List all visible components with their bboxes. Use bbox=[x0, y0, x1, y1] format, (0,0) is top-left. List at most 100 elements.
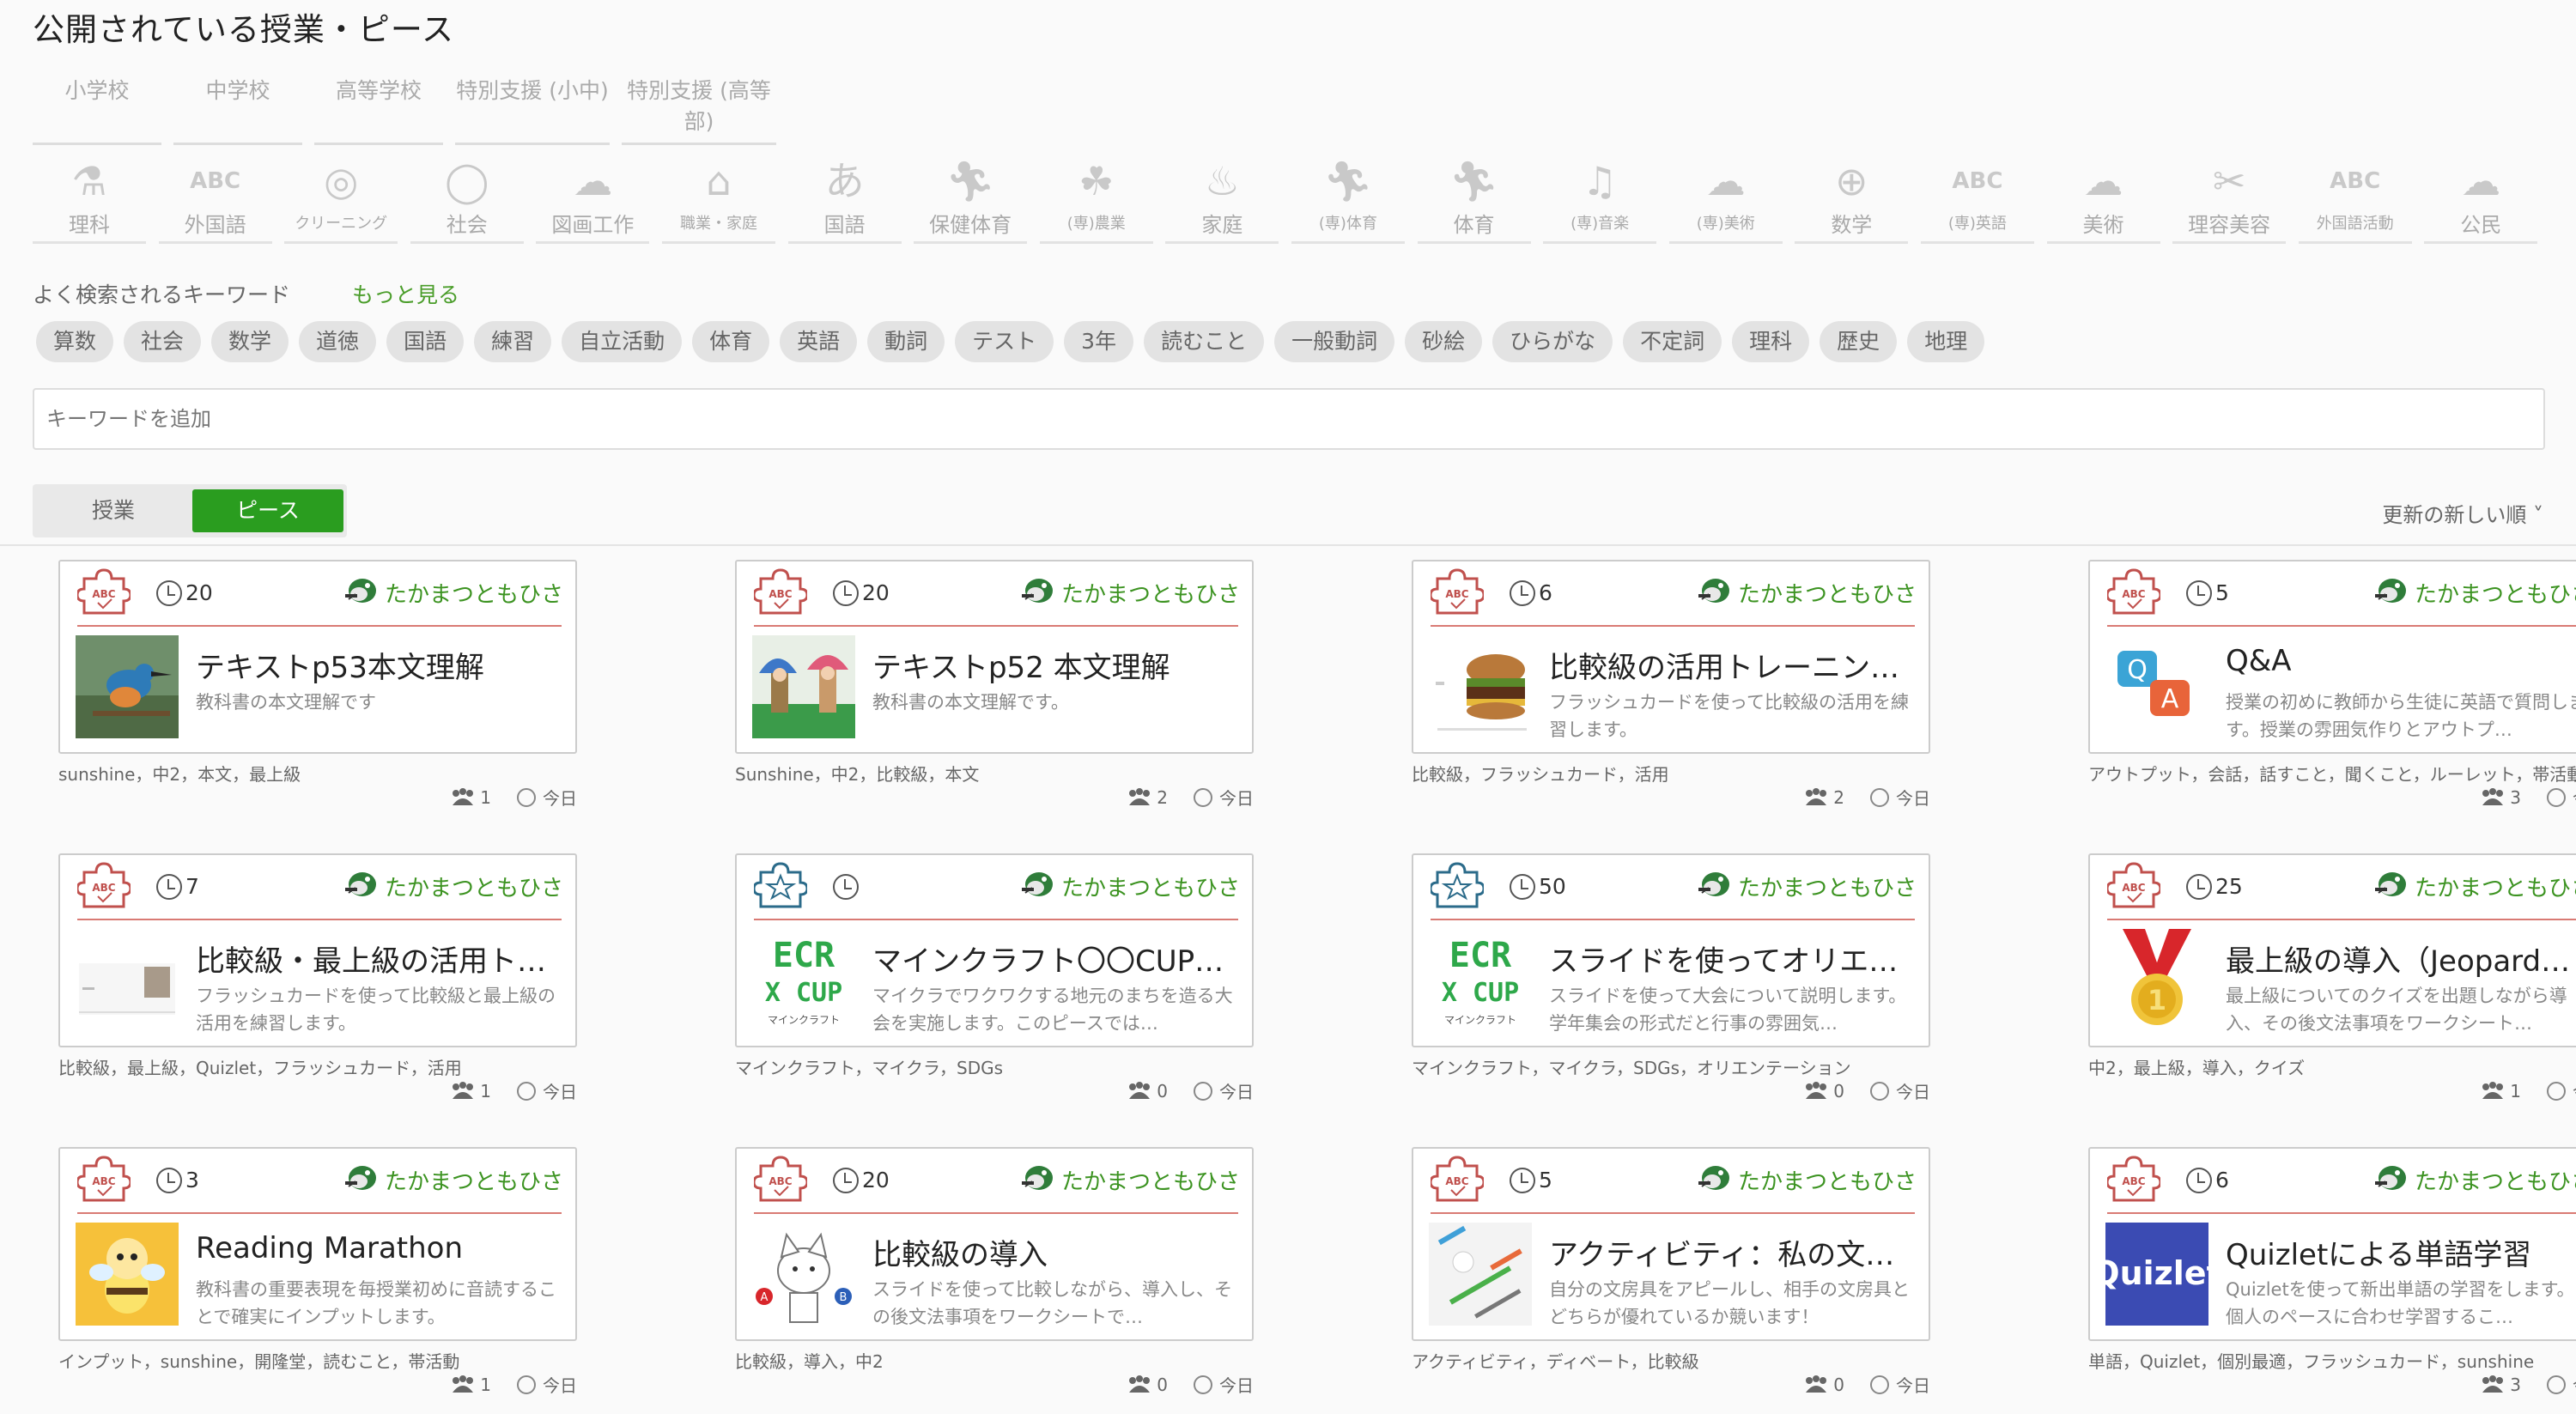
piece-card[interactable]: 50 たかまつともひさ ECR X CUP マインクラフト スライドを使ってオリエ… スライ… bbox=[1412, 853, 1930, 1111]
subject-tab[interactable]: 🏃︎ 保健体育 bbox=[914, 155, 1028, 244]
card-body[interactable]: ABC 3 たかまつともひさ Reading Marathon 教科書の重要表現を毎授業… bbox=[58, 1147, 577, 1341]
piece-card[interactable]: ABC 3 たかまつともひさ Reading Marathon 教科書の重要表現を毎授業… bbox=[58, 1147, 577, 1405]
card-body[interactable]: たかまつともひさ ECR X CUP マインクラフト マインクラフト〇〇CUP… マイクラ… bbox=[735, 853, 1254, 1047]
keyword-chip[interactable]: 理科 bbox=[1732, 321, 1810, 362]
keyword-chip[interactable]: 不定詞 bbox=[1623, 321, 1722, 362]
card-body[interactable]: ABC 6 たかまつともひさ 比較級の活用トレーニン… フラッシュカードを使って比較級の… bbox=[1412, 560, 1930, 754]
subject-tab[interactable]: あ国語 bbox=[787, 155, 902, 244]
keyword-chip[interactable]: 動詞 bbox=[867, 321, 945, 362]
piece-card[interactable]: ABC 20 たかまつともひさ テキストp53本文理解 教科書の本文理解です sunshi… bbox=[58, 560, 577, 817]
keyword-chip[interactable]: 英語 bbox=[780, 321, 858, 362]
author-name[interactable]: たかまつともひさ bbox=[1061, 871, 1240, 902]
piece-card[interactable]: ABC 25 たかまつともひさ 1 最上級の導入（Jeopardy… 最上級についてのクイ… bbox=[2088, 853, 2576, 1111]
keyword-chip[interactable]: ひらがな bbox=[1492, 321, 1613, 362]
card-title[interactable]: テキストp53本文理解 bbox=[196, 644, 556, 686]
keyword-chip[interactable]: 自立活動 bbox=[562, 321, 683, 362]
subject-tab[interactable]: ♨ 家庭 bbox=[1165, 155, 1279, 244]
subject-tab[interactable]: ABC 外国語 bbox=[158, 155, 272, 244]
card-thumbnail: Quizlet bbox=[2105, 1223, 2208, 1326]
subject-tab[interactable]: ☁ (専)美術 bbox=[1668, 155, 1783, 244]
subject-tab[interactable]: ☁ 図画工作 bbox=[536, 155, 650, 244]
card-title[interactable]: マインクラフト〇〇CUP… bbox=[872, 938, 1233, 980]
keyword-chip[interactable]: 数学 bbox=[211, 321, 289, 362]
author-name[interactable]: たかまつともひさ bbox=[385, 577, 563, 609]
piece-card[interactable]: ABC 6 たかまつともひさ 比較級の活用トレーニン… フラッシュカードを使って比較級の… bbox=[1412, 560, 1930, 817]
keyword-chip[interactable]: 読むこと bbox=[1144, 321, 1265, 362]
keyword-chip[interactable]: 一般動詞 bbox=[1274, 321, 1395, 362]
card-body[interactable]: ABC 25 たかまつともひさ 1 最上級の導入（Jeopardy… 最上級についてのクイ… bbox=[2088, 853, 2576, 1047]
keyword-chip[interactable]: 歴史 bbox=[1820, 321, 1898, 362]
subject-tab[interactable]: ABC 外国語活動 bbox=[2298, 155, 2412, 244]
sort-dropdown[interactable]: 更新の新しい順 ˅ bbox=[2382, 498, 2543, 528]
author-name[interactable]: たかまつともひさ bbox=[1061, 1164, 1240, 1196]
card-body[interactable]: ABC 6 たかまつともひさ Quizlet Quizletによる単語学習 Quizlet… bbox=[2088, 1147, 2576, 1341]
card-title[interactable]: 最上級の導入（Jeopardy… bbox=[2226, 938, 2576, 980]
subject-tab[interactable]: ◯ 社会 bbox=[410, 155, 524, 244]
card-body[interactable]: ABC 20 たかまつともひさ テキストp53本文理解 教科書の本文理解です bbox=[58, 560, 577, 754]
keyword-chip[interactable]: 砂絵 bbox=[1405, 321, 1483, 362]
subject-tab[interactable]: 🏃︎ 体育 bbox=[1417, 155, 1531, 244]
piece-card[interactable]: ABC 7 たかまつともひさ 比較級・最上級の活用ト… フラッシュカードを使って比較級と… bbox=[58, 853, 577, 1111]
keyword-chip[interactable]: テスト bbox=[955, 321, 1054, 362]
keyword-chip[interactable]: 国語 bbox=[386, 321, 465, 362]
school-tab-junior-high[interactable]: 中学校 bbox=[173, 74, 302, 145]
piece-card[interactable]: ABC 6 たかまつともひさ Quizlet Quizletによる単語学習 Quizlet… bbox=[2088, 1147, 2576, 1405]
card-body[interactable]: ABC 20 たかまつともひさ A B 比較級の導入 スライドを使って比較しながら、導入し、… bbox=[735, 1147, 1254, 1341]
keyword-chip[interactable]: 道徳 bbox=[299, 321, 377, 362]
author-name[interactable]: たかまつともひさ bbox=[2415, 577, 2576, 609]
author-name[interactable]: たかまつともひさ bbox=[385, 1164, 563, 1196]
card-title[interactable]: テキストp52 本文理解 bbox=[872, 644, 1233, 686]
subject-tab[interactable]: ☘ (専)農業 bbox=[1039, 155, 1153, 244]
author-name[interactable]: たかまつともひさ bbox=[1738, 577, 1917, 609]
keyword-search-input[interactable] bbox=[33, 388, 2545, 450]
keyword-chip[interactable]: 社会 bbox=[124, 321, 202, 362]
card-body[interactable]: ABC 5 たかまつともひさ Q A Q&A 授業の初めに教師から生徒に英語で質問します。授… bbox=[2088, 560, 2576, 754]
palette-icon: ☁ bbox=[573, 158, 613, 204]
subject-tab[interactable]: ☁ 美術 bbox=[2046, 155, 2160, 244]
keyword-chip[interactable]: 体育 bbox=[692, 321, 770, 362]
card-title[interactable]: Quizletによる単語学習 bbox=[2226, 1231, 2576, 1273]
card-body[interactable]: ABC 7 たかまつともひさ 比較級・最上級の活用ト… フラッシュカードを使って比較級と… bbox=[58, 853, 577, 1047]
toggle-piece[interactable]: ピース bbox=[192, 489, 343, 532]
toggle-lesson[interactable]: 授業 bbox=[38, 489, 189, 532]
author-name[interactable]: たかまつともひさ bbox=[2415, 871, 2576, 902]
piece-card[interactable]: たかまつともひさ ECR X CUP マインクラフト マインクラフト〇〇CUP… マイクラ… bbox=[735, 853, 1254, 1111]
subject-tab[interactable]: 🏃︎ (専)体育 bbox=[1291, 155, 1405, 244]
keyword-chip[interactable]: 算数 bbox=[36, 321, 114, 362]
card-title[interactable]: Reading Marathon bbox=[196, 1231, 556, 1265]
subject-tab[interactable]: ☁ 公民 bbox=[2424, 155, 2538, 244]
card-title[interactable]: アクティビティ：私の文… bbox=[1549, 1231, 1910, 1273]
school-tab-elementary[interactable]: 小学校 bbox=[33, 74, 161, 145]
card-body[interactable]: ABC 5 たかまつともひさ アクティビティ：私の文… 自分の文房具をアピールし、相手の… bbox=[1412, 1147, 1930, 1341]
author-name[interactable]: たかまつともひさ bbox=[1061, 577, 1240, 609]
school-tab-special-high[interactable]: 特別支援 (高等部) bbox=[622, 74, 776, 145]
keyword-chip[interactable]: 3年 bbox=[1064, 321, 1134, 362]
piece-card[interactable]: ABC 5 たかまつともひさ アクティビティ：私の文… 自分の文房具をアピールし、相手の… bbox=[1412, 1147, 1930, 1405]
keyword-more-link[interactable]: もっと見る bbox=[352, 278, 459, 309]
card-title[interactable]: 比較級の導入 bbox=[872, 1231, 1233, 1273]
card-title[interactable]: 比較級の活用トレーニン… bbox=[1549, 644, 1910, 686]
piece-card[interactable]: ABC 5 たかまつともひさ Q A Q&A 授業の初めに教師から生徒に英語で質問します。授… bbox=[2088, 560, 2576, 817]
author-name[interactable]: たかまつともひさ bbox=[1738, 1164, 1917, 1196]
school-tab-high[interactable]: 高等学校 bbox=[314, 74, 443, 145]
subject-tab[interactable]: ABC (専)英語 bbox=[1920, 155, 2034, 244]
keyword-chip[interactable]: 練習 bbox=[474, 321, 552, 362]
subject-tab[interactable]: ⚗ 理科 bbox=[33, 155, 146, 244]
author-name[interactable]: たかまつともひさ bbox=[1738, 871, 1917, 902]
card-title[interactable]: 比較級・最上級の活用ト… bbox=[196, 938, 556, 980]
card-body[interactable]: 50 たかまつともひさ ECR X CUP マインクラフト スライドを使ってオリエ… スライ… bbox=[1412, 853, 1930, 1047]
card-title[interactable]: Q&A bbox=[2226, 644, 2576, 678]
author-name[interactable]: たかまつともひさ bbox=[2415, 1164, 2576, 1196]
author-name[interactable]: たかまつともひさ bbox=[385, 871, 563, 902]
piece-card[interactable]: ABC 20 たかまつともひさ A B 比較級の導入 スライドを使って比較しながら、導入し、… bbox=[735, 1147, 1254, 1405]
subject-tab[interactable]: ⊕ 数学 bbox=[1795, 155, 1909, 244]
piece-card[interactable]: ABC 20 たかまつともひさ テキストp52 本文理解 教科書の本文理解です。 Suns… bbox=[735, 560, 1254, 817]
subject-tab[interactable]: ⌂ 職業・家庭 bbox=[661, 155, 775, 244]
subject-tab[interactable]: ♫ (専)音楽 bbox=[1543, 155, 1657, 244]
card-title[interactable]: スライドを使ってオリエ… bbox=[1549, 938, 1910, 980]
subject-tab[interactable]: ◎ クリーニング bbox=[284, 155, 398, 244]
card-body[interactable]: ABC 20 たかまつともひさ テキストp52 本文理解 教科書の本文理解です。 bbox=[735, 560, 1254, 754]
subject-tab[interactable]: ✂ 理容美容 bbox=[2172, 155, 2287, 244]
school-tab-special-elementary[interactable]: 特別支援 (小中) bbox=[455, 74, 610, 145]
keyword-chip[interactable]: 地理 bbox=[1907, 321, 1985, 362]
